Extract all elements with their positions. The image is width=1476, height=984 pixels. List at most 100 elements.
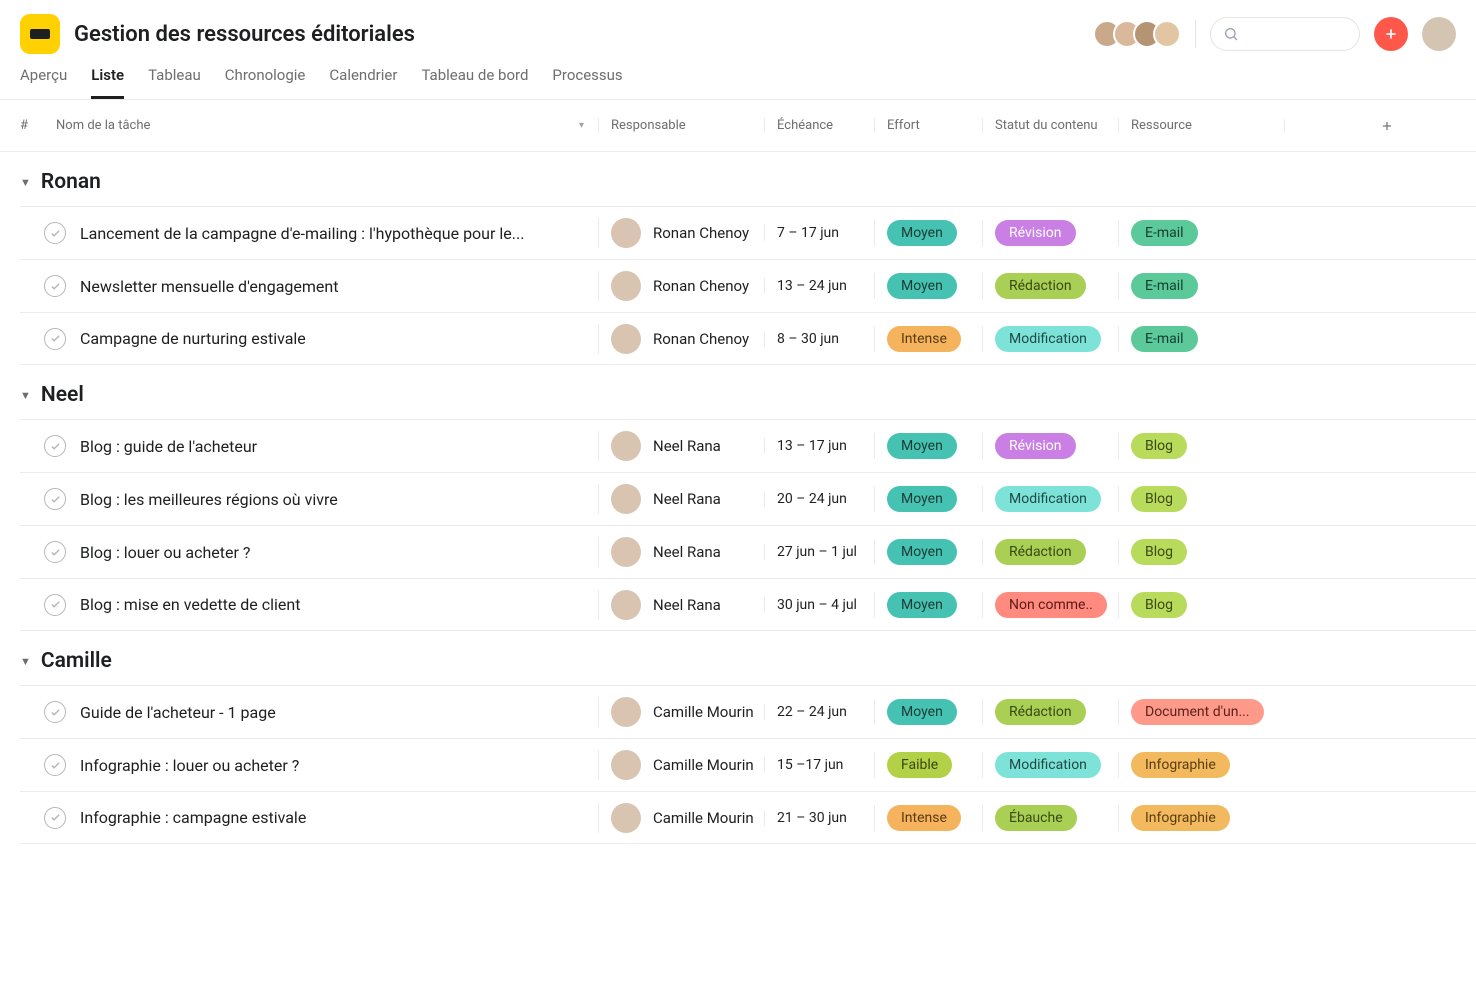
cell-effort[interactable]: Faible [874, 752, 982, 778]
complete-checkbox[interactable] [44, 488, 66, 510]
cell-owner[interactable]: Neel Rana [598, 484, 764, 514]
section-header[interactable]: ▼Camille [0, 631, 1476, 685]
complete-checkbox[interactable] [44, 541, 66, 563]
task-name[interactable]: Lancement de la campagne d'e-mailing : l… [80, 224, 524, 243]
cell-resource[interactable]: E-mail [1118, 273, 1284, 299]
cell-effort[interactable]: Moyen [874, 486, 982, 512]
cell-status[interactable]: Révision [982, 433, 1118, 459]
cell-resource[interactable]: E-mail [1118, 220, 1284, 246]
task-name[interactable]: Infographie : louer ou acheter ? [80, 756, 299, 775]
col-resource[interactable]: Ressource [1118, 118, 1284, 133]
complete-checkbox[interactable] [44, 222, 66, 244]
task-row[interactable]: Blog : guide de l'acheteur Neel Rana 13 … [20, 419, 1476, 472]
cell-resource[interactable]: Blog [1118, 592, 1284, 618]
cell-status[interactable]: Ébauche [982, 805, 1118, 831]
cell-effort[interactable]: Moyen [874, 273, 982, 299]
member-avatars[interactable] [1093, 20, 1181, 48]
tab-board[interactable]: Tableau [148, 66, 201, 99]
cell-due[interactable]: 15 –17 jun [764, 757, 874, 773]
complete-checkbox[interactable] [44, 435, 66, 457]
add-column-button[interactable] [1284, 119, 1476, 133]
task-name[interactable]: Blog : guide de l'acheteur [80, 437, 257, 456]
task-row[interactable]: Lancement de la campagne d'e-mailing : l… [20, 206, 1476, 259]
cell-effort[interactable]: Intense [874, 326, 982, 352]
cell-due[interactable]: 21 – 30 jun [764, 810, 874, 826]
search-input[interactable] [1210, 17, 1360, 51]
cell-due[interactable]: 13 – 24 jun [764, 278, 874, 294]
tab-calendar[interactable]: Calendrier [329, 66, 397, 99]
cell-due[interactable]: 20 – 24 jun [764, 491, 874, 507]
cell-effort[interactable]: Moyen [874, 539, 982, 565]
section-header[interactable]: ▼Neel [0, 365, 1476, 419]
task-row[interactable]: Newsletter mensuelle d'engagement Ronan … [20, 259, 1476, 312]
task-name[interactable]: Blog : mise en vedette de client [80, 595, 300, 614]
col-due[interactable]: Échéance [764, 118, 874, 133]
cell-due[interactable]: 27 jun – 1 jul [764, 544, 874, 560]
section-header[interactable]: ▼Ronan [0, 152, 1476, 206]
cell-resource[interactable]: Document d'un... [1118, 699, 1284, 725]
complete-checkbox[interactable] [44, 701, 66, 723]
caret-down-icon[interactable]: ▼ [20, 389, 31, 402]
complete-checkbox[interactable] [44, 754, 66, 776]
cell-status[interactable]: Modification [982, 752, 1118, 778]
tab-dashboard[interactable]: Tableau de bord [421, 66, 528, 99]
tab-workflow[interactable]: Processus [552, 66, 622, 99]
complete-checkbox[interactable] [44, 594, 66, 616]
task-row[interactable]: Campagne de nurturing estivale Ronan Che… [20, 312, 1476, 365]
complete-checkbox[interactable] [44, 328, 66, 350]
cell-due[interactable]: 7 – 17 jun [764, 225, 874, 241]
cell-owner[interactable]: Neel Rana [598, 537, 764, 567]
cell-owner[interactable]: Camille Mourin [598, 750, 764, 780]
task-row[interactable]: Blog : mise en vedette de client Neel Ra… [20, 578, 1476, 631]
tab-timeline[interactable]: Chronologie [225, 66, 306, 99]
cell-resource[interactable]: Infographie [1118, 752, 1284, 778]
col-effort[interactable]: Effort [874, 118, 982, 133]
task-row[interactable]: Infographie : campagne estivale Camille … [20, 791, 1476, 844]
cell-owner[interactable]: Neel Rana [598, 431, 764, 461]
task-name[interactable]: Newsletter mensuelle d'engagement [80, 277, 338, 296]
cell-resource[interactable]: Blog [1118, 539, 1284, 565]
col-status[interactable]: Statut du contenu [982, 118, 1118, 133]
cell-owner[interactable]: Ronan Chenoy [598, 271, 764, 301]
cell-effort[interactable]: Moyen [874, 220, 982, 246]
cell-due[interactable]: 13 – 17 jun [764, 438, 874, 454]
cell-status[interactable]: Modification [982, 326, 1118, 352]
complete-checkbox[interactable] [44, 807, 66, 829]
add-button[interactable] [1374, 17, 1408, 51]
caret-down-icon[interactable]: ▼ [20, 176, 31, 189]
task-row[interactable]: Guide de l'acheteur - 1 page Camille Mou… [20, 685, 1476, 738]
cell-status[interactable]: Rédaction [982, 539, 1118, 565]
task-name[interactable]: Guide de l'acheteur - 1 page [80, 703, 276, 722]
cell-owner[interactable]: Ronan Chenoy [598, 218, 764, 248]
cell-owner[interactable]: Camille Mourin [598, 803, 764, 833]
cell-status[interactable]: Rédaction [982, 273, 1118, 299]
cell-owner[interactable]: Camille Mourin [598, 697, 764, 727]
cell-effort[interactable]: Moyen [874, 699, 982, 725]
avatar[interactable] [1153, 20, 1181, 48]
caret-down-icon[interactable]: ▼ [20, 655, 31, 668]
project-icon[interactable] [20, 14, 60, 54]
cell-resource[interactable]: Infographie [1118, 805, 1284, 831]
cell-effort[interactable]: Moyen [874, 433, 982, 459]
task-name[interactable]: Blog : louer ou acheter ? [80, 543, 250, 562]
task-row[interactable]: Blog : les meilleures régions où vivre N… [20, 472, 1476, 525]
cell-status[interactable]: Modification [982, 486, 1118, 512]
task-name[interactable]: Blog : les meilleures régions où vivre [80, 490, 338, 509]
cell-due[interactable]: 30 jun – 4 jul [764, 597, 874, 613]
cell-effort[interactable]: Intense [874, 805, 982, 831]
cell-resource[interactable]: E-mail [1118, 326, 1284, 352]
cell-status[interactable]: Non comme.. [982, 592, 1118, 618]
task-name[interactable]: Infographie : campagne estivale [80, 808, 306, 827]
cell-status[interactable]: Rédaction [982, 699, 1118, 725]
col-owner[interactable]: Responsable [598, 118, 764, 133]
chevron-down-icon[interactable]: ▾ [579, 120, 584, 131]
task-name[interactable]: Campagne de nurturing estivale [80, 329, 306, 348]
cell-effort[interactable]: Moyen [874, 592, 982, 618]
cell-due[interactable]: 22 – 24 jun [764, 704, 874, 720]
cell-resource[interactable]: Blog [1118, 433, 1284, 459]
task-row[interactable]: Blog : louer ou acheter ? Neel Rana 27 j… [20, 525, 1476, 578]
cell-due[interactable]: 8 – 30 jun [764, 331, 874, 347]
col-task[interactable]: Nom de la tâche ▾ [40, 118, 598, 133]
cell-owner[interactable]: Ronan Chenoy [598, 324, 764, 354]
tab-overview[interactable]: Aperçu [20, 66, 67, 99]
